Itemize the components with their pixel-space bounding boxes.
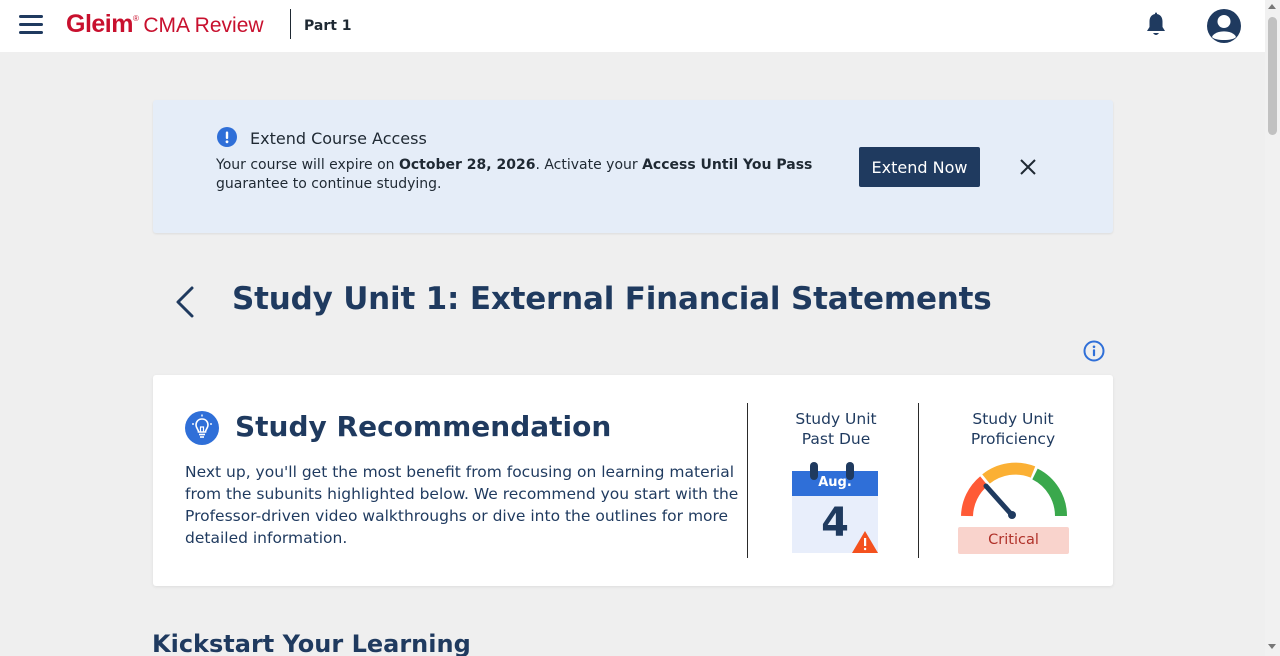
card-divider — [918, 403, 919, 558]
study-recommendation-card: Study Recommendation Next up, you'll get… — [153, 375, 1113, 586]
recommendation-text: Next up, you'll get the most benefit fro… — [185, 463, 739, 547]
calendar-month: Aug. — [818, 475, 852, 490]
banner-title: Extend Course Access — [250, 129, 427, 148]
logo[interactable]: Gleim® CMA Review — [66, 10, 264, 39]
scroll-up-icon[interactable] — [1268, 4, 1276, 9]
calendar-day: 4 — [821, 500, 849, 546]
past-due-label: Study Unit Past Due — [795, 410, 877, 448]
scrollbar-thumb[interactable] — [1268, 17, 1277, 135]
hamburger-icon[interactable] — [19, 15, 43, 35]
header-divider — [290, 9, 291, 39]
part-label: Part 1 — [304, 18, 352, 34]
scrollbar[interactable] — [1265, 0, 1280, 656]
banner-text-prefix: Your course will expire on — [216, 157, 399, 173]
page-title: Study Unit 1: External Financial Stateme… — [232, 281, 992, 317]
calendar-icon: Aug. 4 — [789, 461, 885, 561]
banner-text-suffix: guarantee to continue studying. — [216, 176, 442, 192]
card-divider — [747, 403, 748, 558]
proficiency-label: Study Unit Proficiency — [970, 410, 1056, 448]
banner-text-middle: . Activate your — [535, 157, 643, 173]
bell-icon[interactable] — [1144, 12, 1168, 38]
recommendation-title: Study Recommendation — [235, 410, 612, 443]
top-navigation-bar: Gleim® CMA Review Part 1 — [0, 0, 1265, 52]
expiry-date: October 28, 2026 — [398, 157, 536, 173]
kickstart-section-title: Kickstart Your Learning — [152, 630, 471, 656]
logo-brand: Gleim — [66, 10, 133, 38]
exclamation-circle-icon — [217, 127, 237, 147]
scroll-down-icon[interactable] — [1268, 644, 1276, 649]
info-icon[interactable] — [1083, 340, 1105, 362]
proficiency-status-badge: Critical — [958, 527, 1069, 554]
user-avatar-icon[interactable] — [1206, 8, 1242, 44]
logo-product: CMA Review — [143, 14, 264, 37]
banner-message: Your course will expire on October 28, 2… — [216, 156, 826, 194]
chevron-left-icon[interactable] — [173, 285, 197, 319]
gauge-icon — [961, 462, 1067, 519]
extend-now-button[interactable]: Extend Now — [859, 147, 980, 187]
close-icon[interactable] — [1019, 158, 1037, 176]
logo-registered-mark: ® — [132, 14, 139, 23]
lightbulb-icon — [185, 411, 219, 445]
guarantee-name: Access Until You Pass — [642, 157, 813, 173]
extend-access-banner: Extend Course Access Your course will ex… — [153, 100, 1113, 233]
